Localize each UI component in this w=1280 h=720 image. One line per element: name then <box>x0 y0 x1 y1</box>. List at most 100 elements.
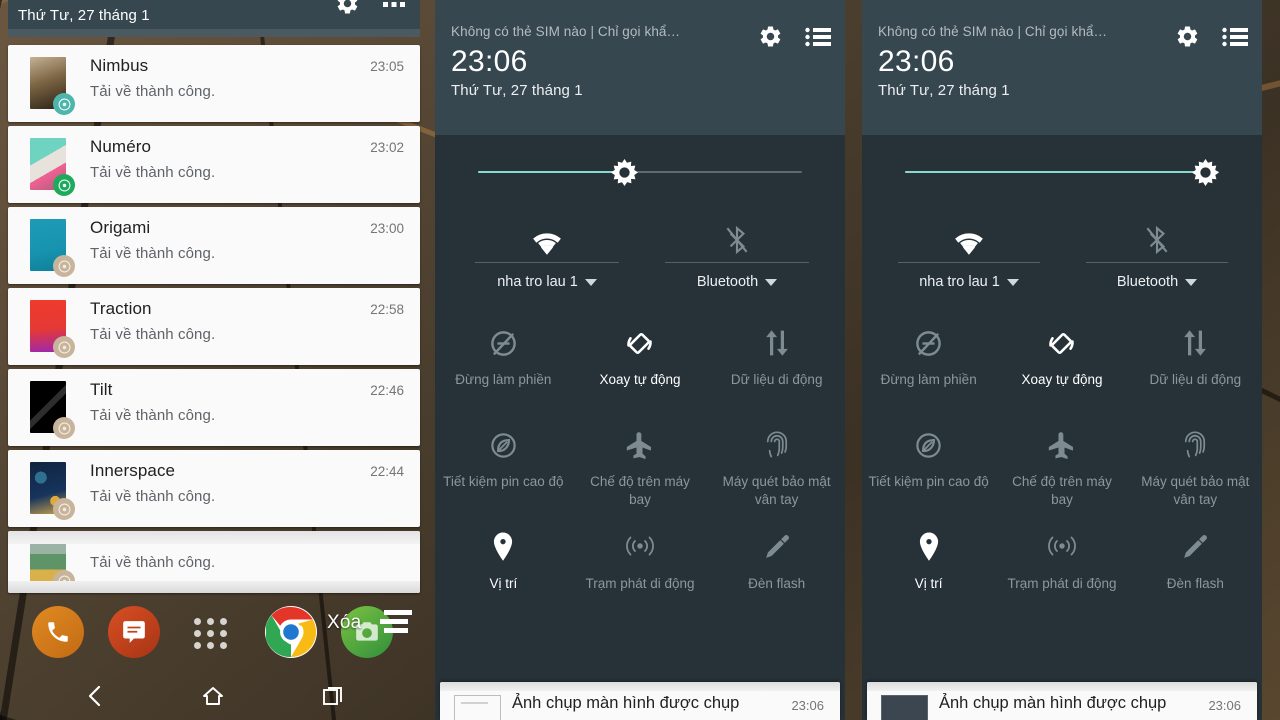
notification-top-edge <box>440 682 840 691</box>
qs-date: Thứ Tư, 27 tháng 1 <box>451 81 583 99</box>
gear-icon[interactable] <box>1175 24 1200 49</box>
tile-location[interactable]: Vị trí <box>862 520 995 622</box>
hotspot-icon <box>995 528 1128 566</box>
tile-flashlight[interactable]: Đèn flash <box>1129 520 1262 622</box>
tile-battery-saver[interactable]: Tiết kiệm pin cao độ <box>862 418 995 520</box>
tile-label: Đèn flash <box>1166 576 1224 591</box>
tile-dnd[interactable]: Đừng làm phiền <box>862 316 995 418</box>
notification-subtitle: Tải về thành công. <box>90 164 216 181</box>
tile-hotspot[interactable]: Trạm phát di động <box>572 520 709 622</box>
bluetooth-tile[interactable]: Bluetooth <box>647 211 827 290</box>
tile-label: Máy quét bảo mật vân tay <box>722 474 831 507</box>
bluetooth-label: Bluetooth <box>696 274 759 290</box>
wifi-tile[interactable]: nha tro lau 1 <box>880 211 1058 290</box>
edit-tiles-icon[interactable] <box>805 27 831 47</box>
phone-app-icon[interactable] <box>32 606 84 658</box>
tile-flashlight[interactable]: Đèn flash <box>708 520 845 622</box>
tile-label: Dữ liệu di động <box>730 372 823 387</box>
tile-auto-rotate[interactable]: Xoay tự động <box>572 316 709 418</box>
notification-title: Traction <box>90 299 152 318</box>
notification-item[interactable]: Tilt Tải về thành công. 22:46 <box>8 369 420 446</box>
messaging-app-icon[interactable] <box>108 606 160 658</box>
carrier-status-text: Không có thẻ SIM nào | Chỉ gọi khẩ… <box>878 24 1108 39</box>
notification-item[interactable]: Numéro Tải về thành công. 23:02 <box>8 126 420 203</box>
screenshot-stage: Thứ Tư, 27 tháng 1 Nimbus Tải về thành c… <box>0 0 1280 720</box>
brightness-knob-icon[interactable] <box>1192 159 1219 186</box>
notification-item[interactable]: Pastorale Tải về thành công. 22:00 <box>8 531 420 593</box>
notification-title: Ảnh chụp màn hình được chụp <box>512 694 740 712</box>
tile-mobile-data[interactable]: Dữ liệu di động <box>708 316 845 418</box>
notification-item[interactable]: Nimbus Tải về thành công. 23:05 <box>8 45 420 122</box>
tile-label: Trạm phát di động <box>585 576 695 591</box>
chevron-down-icon[interactable] <box>1006 278 1019 286</box>
notification-list: Nimbus Tải về thành công. 23:05 Numéro T… <box>8 45 420 597</box>
card-bottom-edge <box>8 581 420 593</box>
notification-time: 23:06 <box>1208 698 1241 713</box>
gear-icon[interactable] <box>335 0 360 16</box>
flashlight-icon <box>708 528 845 566</box>
edit-tiles-icon[interactable] <box>1222 27 1248 47</box>
wifi-icon <box>880 211 1058 255</box>
wifi-icon <box>457 211 637 255</box>
tile-airplane[interactable]: Chế độ trên máy bay <box>572 418 709 520</box>
tile-label: Vị trí <box>489 576 518 591</box>
recents-button[interactable] <box>303 672 363 720</box>
gear-icon[interactable] <box>758 24 783 49</box>
tile-label: Tiết kiệm pin cao độ <box>868 474 989 489</box>
home-button[interactable] <box>183 672 243 720</box>
brightness-slider[interactable] <box>435 135 845 211</box>
shade-divider-strip <box>8 29 420 37</box>
bluetooth-off-icon <box>647 211 827 255</box>
tile-location[interactable]: Vị trí <box>435 520 572 622</box>
notification-time: 22:58 <box>370 302 404 317</box>
battery-saver-leaf-icon <box>862 426 995 464</box>
tile-label: Dữ liệu di động <box>1149 372 1242 387</box>
tile-fingerprint[interactable]: Máy quét bảo mật vân tay <box>1129 418 1262 520</box>
chevron-down-icon[interactable] <box>1185 278 1198 286</box>
qs-header-right: Không có thẻ SIM nào | Chỉ gọi khẩ… 23:0… <box>862 0 1262 135</box>
bluetooth-tile[interactable]: Bluetooth <box>1068 211 1246 290</box>
clear-all-icon[interactable] <box>378 608 412 636</box>
location-pin-icon <box>435 528 572 566</box>
chevron-down-icon[interactable] <box>765 278 778 286</box>
notification-item[interactable]: Origami Tải về thành công. 23:00 <box>8 207 420 284</box>
brightness-knob-icon[interactable] <box>611 159 638 186</box>
notification-item[interactable]: Innerspace Tải về thành công. 22:44 <box>8 450 420 527</box>
chevron-down-icon[interactable] <box>584 278 597 286</box>
qs-date: Thứ Tư, 27 tháng 1 <box>878 81 1010 99</box>
bluetooth-off-icon <box>1068 211 1246 255</box>
airplane-icon <box>995 426 1128 464</box>
tile-label: Máy quét bảo mật vân tay <box>1141 474 1250 507</box>
tile-dnd[interactable]: Đừng làm phiền <box>435 316 572 418</box>
tile-auto-rotate[interactable]: Xoay tự động <box>995 316 1128 418</box>
notification-item[interactable]: Traction Tải về thành công. 22:58 <box>8 288 420 365</box>
screenshot-notification[interactable]: Ảnh chụp màn hình được chụp 23:06 <box>867 682 1257 720</box>
tile-hotspot[interactable]: Trạm phát di động <box>995 520 1128 622</box>
brightness-slider[interactable] <box>862 135 1262 211</box>
qs-tile-grid: Đừng làm phiền Xoay tự động Dữ liệu di đ… <box>862 316 1262 622</box>
flashlight-icon <box>1129 528 1262 566</box>
tile-mobile-data[interactable]: Dữ liệu di động <box>1129 316 1262 418</box>
clear-all-label[interactable]: Xóa <box>327 612 361 634</box>
home-dock <box>0 600 430 672</box>
qs-connection-row: nha tro lau 1 Bluetooth <box>435 211 845 316</box>
screenshot-notification[interactable]: Ảnh chụp màn hình được chụp 23:06 <box>440 682 840 720</box>
notification-subtitle: Tải về thành công. <box>90 554 216 571</box>
notification-title: Ảnh chụp màn hình được chụp <box>939 694 1167 712</box>
download-badge-icon <box>53 336 75 358</box>
download-badge-icon <box>53 255 75 277</box>
more-options-icon[interactable] <box>382 0 406 13</box>
mobile-data-icon <box>1129 324 1262 362</box>
back-button[interactable] <box>65 672 125 720</box>
tile-airplane[interactable]: Chế độ trên máy bay <box>995 418 1128 520</box>
wifi-tile[interactable]: nha tro lau 1 <box>457 211 637 290</box>
tile-fingerprint[interactable]: Máy quét bảo mật vân tay <box>708 418 845 520</box>
chrome-app-icon[interactable] <box>265 606 317 658</box>
qs-connection-row: nha tro lau 1 Bluetooth <box>862 211 1262 316</box>
tile-label: Chế độ trên máy bay <box>590 474 690 507</box>
tile-battery-saver[interactable]: Tiết kiệm pin cao độ <box>435 418 572 520</box>
tile-label: Đừng làm phiền <box>880 372 977 387</box>
notification-time: 22:44 <box>370 464 404 479</box>
app-drawer-icon[interactable] <box>194 618 228 649</box>
notification-subtitle: Tải về thành công. <box>90 83 216 100</box>
